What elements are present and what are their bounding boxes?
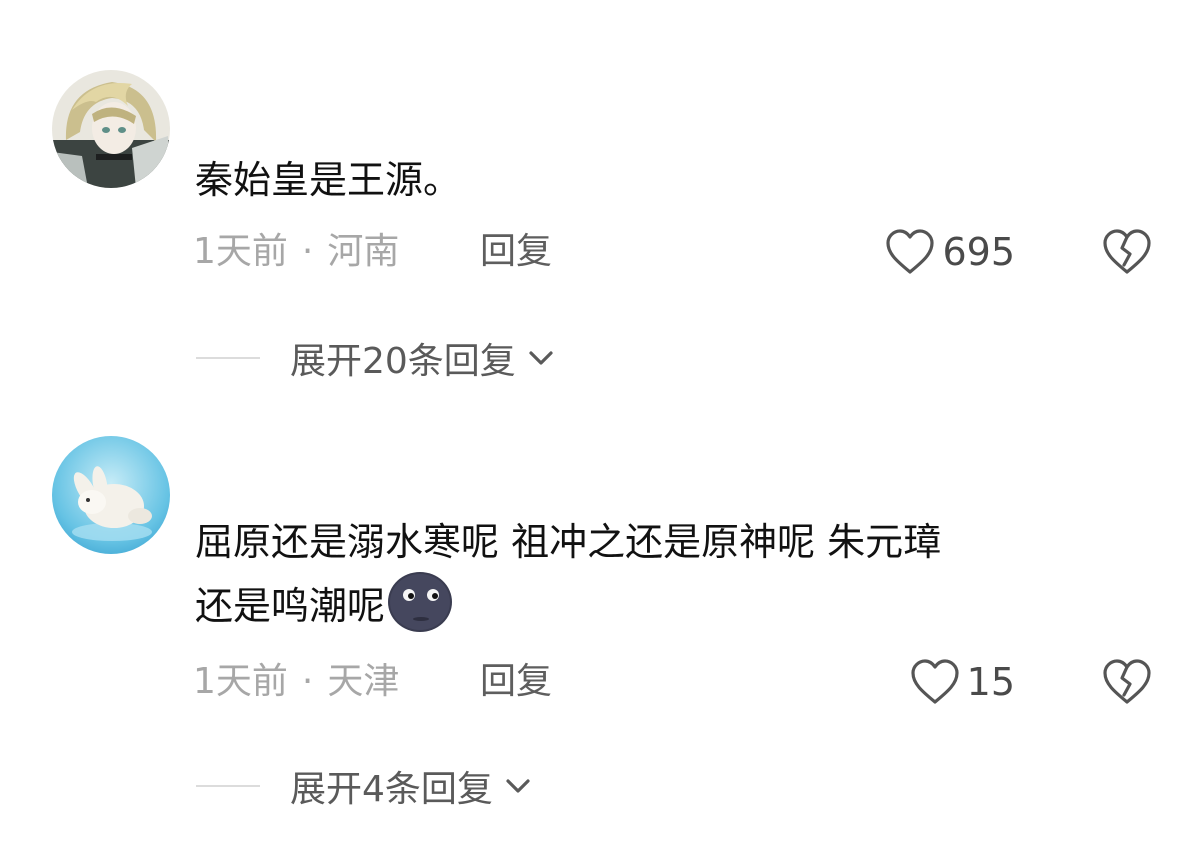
broken-heart-icon[interactable] <box>1101 227 1153 277</box>
comment-location: 河南 <box>327 231 400 272</box>
reply-button[interactable]: 回复 <box>480 657 552 707</box>
meta-separator: · <box>301 231 314 272</box>
comment-location: 天津 <box>327 661 400 702</box>
heart-icon <box>886 229 935 274</box>
like-count: 15 <box>966 660 1015 704</box>
expand-replies-button[interactable]: 展开20条回复 <box>196 333 558 383</box>
comment-text: 屈原还是溺水寒呢 祖冲之还是原神呢 朱元璋 还是鸣潮呢 <box>195 514 1155 635</box>
comment-item: 秦始皇是王源。 1天前 · 河南 回复 695 展开20条回复 <box>0 70 1200 400</box>
chevron-down-icon <box>529 351 553 365</box>
comment-text: 秦始皇是王源。 <box>195 158 462 202</box>
comment-text-content: 屈原还是溺水寒呢 祖冲之还是原神呢 朱元璋 还是鸣潮呢 <box>195 520 942 628</box>
user-avatar[interactable] <box>52 70 170 188</box>
divider-line <box>196 357 260 359</box>
comment-time: 1天前 <box>193 231 288 272</box>
comment-time: 1天前 <box>193 661 288 702</box>
like-count: 695 <box>942 230 1015 274</box>
divider-line <box>196 785 260 787</box>
expand-replies-label: 展开20条回复 <box>290 341 516 382</box>
heart-icon <box>911 659 959 704</box>
comment-meta: 1天前 · 河南 回复 695 <box>193 227 1153 277</box>
broken-heart-icon[interactable] <box>1101 657 1153 707</box>
comment-meta: 1天前 · 天津 回复 15 <box>193 657 1153 707</box>
expand-replies-label: 展开4条回复 <box>290 769 493 810</box>
like-button[interactable]: 15 <box>909 657 1015 707</box>
new-moon-face-emoji-icon <box>388 572 453 632</box>
user-avatar[interactable] <box>52 436 170 554</box>
reply-button[interactable]: 回复 <box>480 227 552 277</box>
meta-separator: · <box>301 661 314 702</box>
chevron-down-icon <box>506 779 530 793</box>
expand-replies-button[interactable]: 展开4条回复 <box>196 761 535 811</box>
like-button[interactable]: 695 <box>884 227 1015 277</box>
comment-item: 屈原还是溺水寒呢 祖冲之还是原神呢 朱元璋 还是鸣潮呢 1天前 · 天津 回复 15… <box>0 436 1200 816</box>
